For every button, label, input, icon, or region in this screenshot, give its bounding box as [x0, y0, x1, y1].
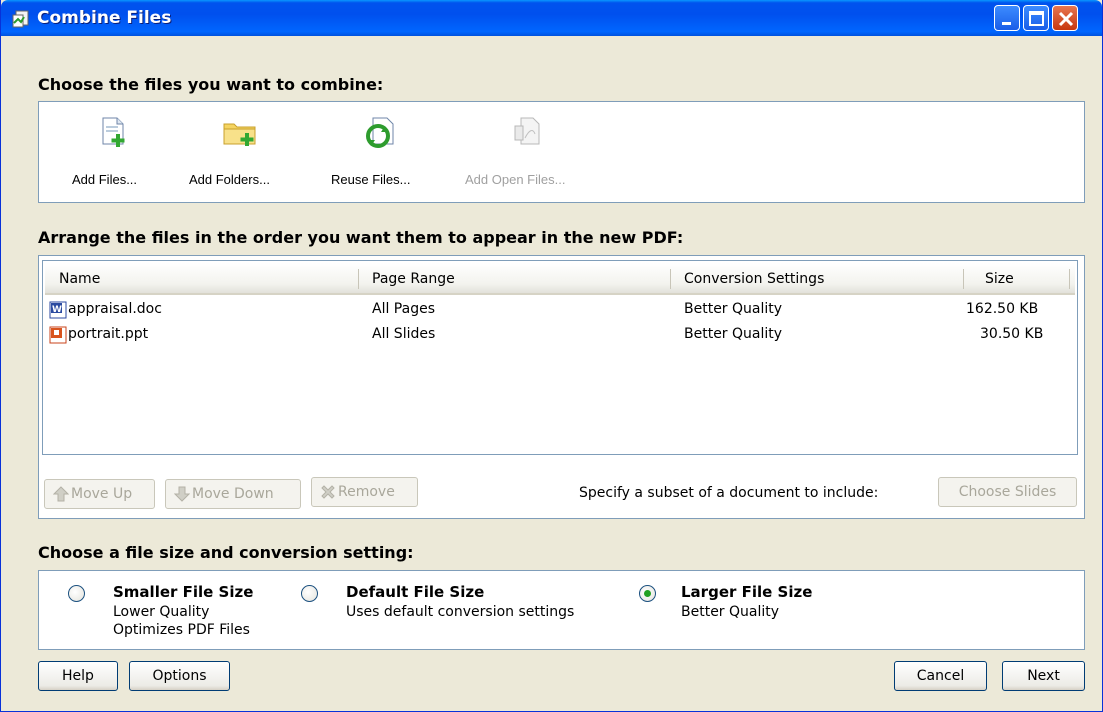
cancel-button[interactable]: Cancel	[894, 661, 987, 691]
add-tools-panel: Add Files... Add Folders... Reuse Files.…	[38, 101, 1085, 203]
default-file-size-title: Default File Size	[346, 583, 485, 601]
svg-text:W: W	[52, 305, 62, 315]
combine-files-window: Combine Files Choose the files you want …	[0, 0, 1103, 712]
add-open-files-label: Add Open Files...	[465, 172, 566, 187]
file-conversion: Better Quality	[684, 301, 783, 317]
add-files-label: Add Files...	[72, 172, 138, 187]
default-file-size-desc: Uses default conversion settings	[346, 604, 575, 620]
next-button[interactable]: Next	[1002, 661, 1085, 691]
column-header-size[interactable]: Size	[963, 263, 1075, 295]
options-button[interactable]: Options	[129, 661, 230, 691]
close-button[interactable]	[1052, 5, 1078, 31]
choose-files-heading: Choose the files you want to combine:	[38, 75, 384, 94]
add-files-tool[interactable]: Add Files...	[65, 112, 165, 192]
add-open-files-tool[interactable]: Add Open Files...	[459, 112, 599, 192]
file-size-heading: Choose a file size and conversion settin…	[38, 543, 414, 562]
file-size-panel: Smaller File Size Lower Quality Optimize…	[38, 570, 1085, 650]
column-header-page-range[interactable]: Page Range	[358, 263, 670, 295]
help-button[interactable]: Help	[38, 661, 118, 691]
maximize-icon	[1029, 11, 1044, 26]
smaller-file-size-radio[interactable]	[68, 585, 85, 602]
reuse-files-icon	[366, 117, 394, 148]
default-file-size-radio[interactable]	[301, 585, 318, 602]
add-folders-tool[interactable]: Add Folders...	[182, 112, 302, 192]
maximize-button[interactable]	[1023, 5, 1049, 31]
window-title: Combine Files	[37, 8, 172, 28]
file-name: portrait.ppt	[68, 326, 149, 342]
choose-slides-button[interactable]: Choose Slides	[938, 477, 1077, 507]
column-header-name[interactable]: Name	[45, 263, 358, 295]
larger-file-size-title: Larger File Size	[681, 583, 813, 601]
powerpoint-icon	[49, 326, 67, 344]
arrange-files-heading: Arrange the files in the order you want …	[38, 228, 684, 247]
move-up-button[interactable]: Move Up	[44, 479, 155, 509]
file-name: appraisal.doc	[68, 301, 162, 317]
reuse-files-tool[interactable]: Reuse Files...	[323, 112, 443, 192]
remove-x-icon	[321, 485, 335, 499]
column-header-conversion-settings[interactable]: Conversion Settings	[670, 263, 963, 295]
file-page-range: All Pages	[372, 301, 435, 317]
file-size: 30.50 KB	[980, 326, 1044, 342]
smaller-file-size-title: Smaller File Size	[113, 583, 254, 601]
move-down-button[interactable]: Move Down	[165, 479, 301, 509]
file-list[interactable]: Name Page Range Conversion Settings Size…	[42, 260, 1078, 455]
subset-hint: Specify a subset of a document to includ…	[579, 485, 879, 501]
reuse-files-label: Reuse Files...	[331, 172, 411, 187]
arrow-down-icon	[174, 486, 190, 502]
table-row[interactable]: portrait.ppt All Slides Better Quality 3…	[45, 323, 1075, 347]
table-row[interactable]: W appraisal.doc All Pages Better Quality…	[45, 298, 1075, 322]
minimize-icon	[1002, 22, 1011, 25]
larger-file-size-radio[interactable]	[639, 585, 656, 602]
remove-button[interactable]: Remove	[311, 477, 418, 507]
smaller-file-size-desc: Lower Quality	[113, 604, 210, 620]
larger-file-size-desc: Better Quality	[681, 604, 780, 620]
add-folders-label: Add Folders...	[189, 172, 270, 187]
close-icon	[1058, 11, 1074, 27]
add-open-files-icon	[514, 117, 540, 145]
arrow-up-icon	[53, 486, 69, 502]
combine-files-app-icon	[12, 10, 29, 28]
add-folder-icon	[223, 123, 256, 146]
add-file-icon	[102, 117, 125, 147]
word-doc-icon: W	[49, 301, 67, 319]
smaller-file-size-desc: Optimizes PDF Files	[113, 622, 250, 638]
file-conversion: Better Quality	[684, 326, 783, 342]
file-page-range: All Slides	[372, 326, 436, 342]
minimize-button[interactable]	[994, 5, 1020, 31]
file-size: 162.50 KB	[966, 301, 1039, 317]
title-bar[interactable]: Combine Files	[1, 0, 1102, 36]
